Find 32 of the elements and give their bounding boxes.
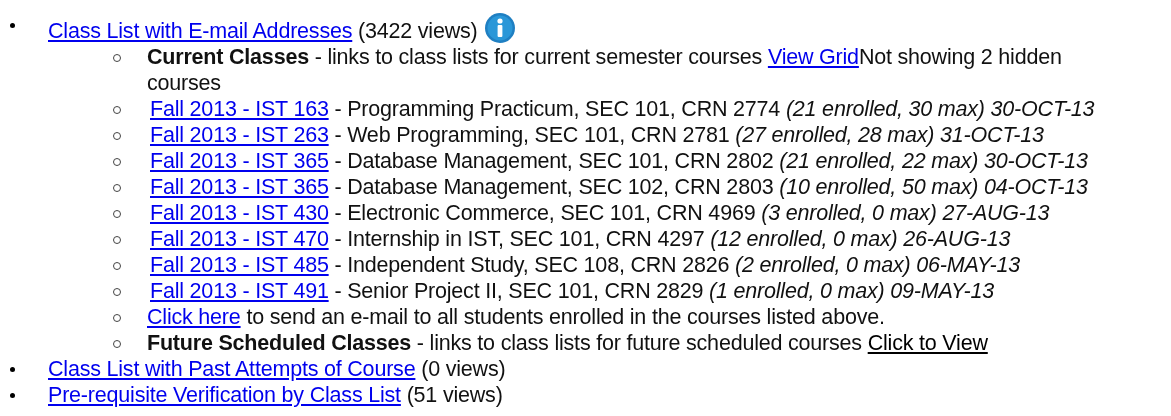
bullet-icon xyxy=(10,23,15,28)
list-link[interactable]: Pre-requisite Verification by Class List xyxy=(48,383,401,407)
bullet-icon xyxy=(10,367,15,372)
course-text: Fall 2013 - IST 485 - Independent Study, SEC 108, CRN 2826 (2 enrolled, 0 max) 06-MAY-13 xyxy=(149,252,1020,278)
course-text: Fall 2013 - IST 365 - Database Management, SEC 101, CRN 2802 (21 enrolled, 22 max) 30-OCT-13 xyxy=(149,148,1088,174)
email-text: Click here to send an e-mail to all students enrolled in the courses listed above. xyxy=(147,304,885,330)
list-item-text: Class List with Past Attempts of Course (0 views) xyxy=(48,356,506,382)
course-text: Fall 2013 - IST 365 - Database Management, SEC 102, CRN 2803 (10 enrolled, 50 max) 04-OCT-13 xyxy=(149,174,1088,200)
view-link[interactable]: View Grid xyxy=(767,45,859,69)
course-link[interactable]: Fall 2013 - IST 430 xyxy=(150,201,329,225)
course-link[interactable]: Fall 2013 - IST 163 xyxy=(150,97,329,121)
course-text: Fall 2013 - IST 430 - Electronic Commerce, SEC 101, CRN 4969 (3 enrolled, 0 max) 27-AUG-13 xyxy=(149,200,1050,226)
bullet-icon xyxy=(10,393,15,398)
section-text: Future Scheduled Classes - links to class lists for future scheduled courses Click to View xyxy=(147,330,988,356)
course-link[interactable]: Fall 2013 - IST 491 xyxy=(150,279,329,303)
info-icon[interactable] xyxy=(483,12,516,44)
list-item-text: Pre-requisite Verification by Class List (51 views) xyxy=(48,382,503,408)
list-item-text: Class List with E-mail Addresses (3422 views) xyxy=(48,12,516,44)
course-text: Fall 2013 - IST 470 - Internship in IST, SEC 101, CRN 4297 (12 enrolled, 0 max) 26-AUG-13 xyxy=(149,226,1011,252)
course-text: Fall 2013 - IST 263 - Web Programming, SEC 101, CRN 2781 (27 enrolled, 28 max) 31-OCT-13 xyxy=(149,122,1044,148)
course-link[interactable]: Fall 2013 - IST 470 xyxy=(150,227,329,251)
list-link[interactable]: Class List with E-mail Addresses xyxy=(48,19,353,43)
course-text: Fall 2013 - IST 163 - Programming Practicum, SEC 101, CRN 2774 (21 enrolled, 30 max) 30-OCT-13 xyxy=(149,96,1095,122)
course-link[interactable]: Fall 2013 - IST 365 xyxy=(150,175,329,199)
course-text: Fall 2013 - IST 491 - Senior Project II, SEC 101, CRN 2829 (1 enrolled, 0 max) 09-MAY-13 xyxy=(149,278,994,304)
course-link[interactable]: Fall 2013 - IST 485 xyxy=(150,253,329,277)
course-link[interactable]: Fall 2013 - IST 365 xyxy=(150,149,329,173)
list-link[interactable]: Class List with Past Attempts of Course xyxy=(48,357,416,381)
course-link[interactable]: Fall 2013 - IST 263 xyxy=(150,123,329,147)
view-link[interactable]: Click to View xyxy=(867,331,988,355)
click-here-link[interactable]: Click here xyxy=(147,305,241,329)
section-text: Current Classes - links to class lists for current semester courses View GridNot showing 2 hidden courses xyxy=(147,44,1063,96)
